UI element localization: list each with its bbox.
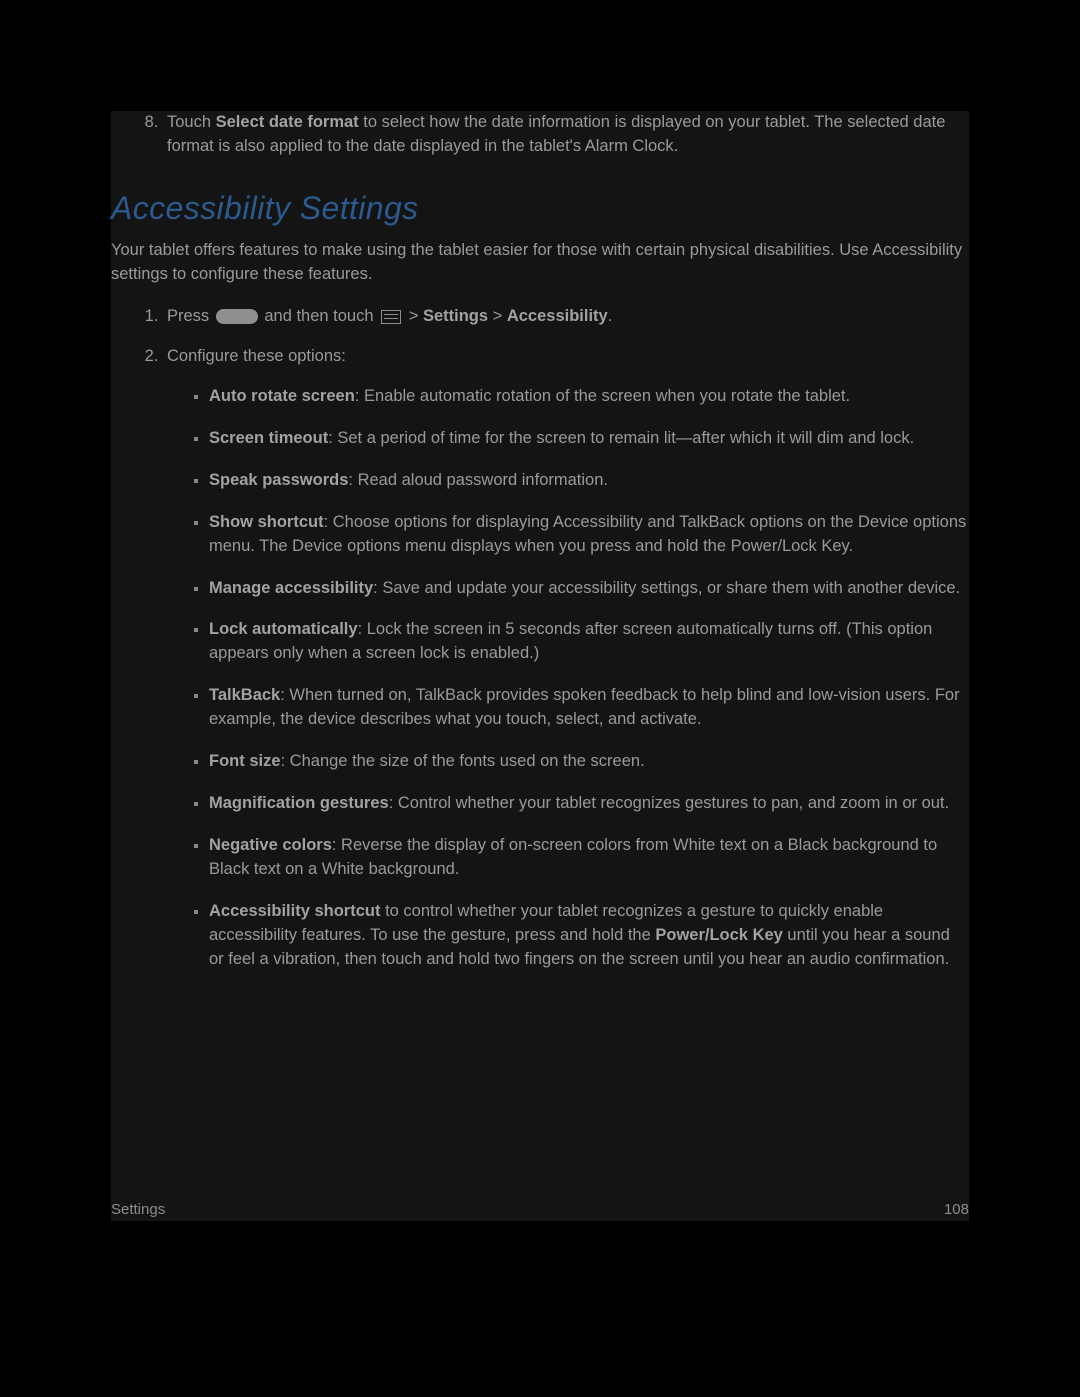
step-1: Press and then touch > Settings > Access… <box>163 305 969 329</box>
item8-bold: Select date format <box>216 113 359 131</box>
option-desc: : Enable automatic rotation of the scree… <box>355 387 850 405</box>
breadcrumb-accessibility: Accessibility <box>507 307 608 325</box>
home-button-icon <box>216 309 258 324</box>
step-2: Configure these options: Auto rotate scr… <box>163 345 969 972</box>
footer-page-number: 108 <box>944 1199 969 1221</box>
step1-c: > <box>404 307 423 325</box>
option-negative-colors: Negative colors: Reverse the display of … <box>209 834 969 882</box>
manual-page: Touch Select date format to select how t… <box>111 111 969 1221</box>
step2-intro: Configure these options: <box>167 347 346 365</box>
option-lock-automatically: Lock automatically: Lock the screen in 5… <box>209 618 969 666</box>
step1-b: and then touch <box>260 307 378 325</box>
option-auto-rotate: Auto rotate screen: Enable automatic rot… <box>209 385 969 409</box>
item8-pre: Touch <box>167 113 216 131</box>
option-desc: : Read aloud password information. <box>348 471 608 489</box>
intro-paragraph: Your tablet offers features to make usin… <box>111 239 969 287</box>
option-label: TalkBack <box>209 686 280 704</box>
option-label: Auto rotate screen <box>209 387 355 405</box>
option-label: Font size <box>209 752 281 770</box>
power-lock-key: Power/Lock Key <box>655 926 782 944</box>
option-desc: : Set a period of time for the screen to… <box>328 429 914 447</box>
option-label: Magnification gestures <box>209 794 389 812</box>
option-desc: : When turned on, TalkBack provides spok… <box>209 686 960 728</box>
breadcrumb-sep: > <box>488 307 507 325</box>
option-font-size: Font size: Change the size of the fonts … <box>209 750 969 774</box>
option-desc: : Control whether your tablet recognizes… <box>389 794 949 812</box>
step1-a: Press <box>167 307 214 325</box>
option-label: Screen timeout <box>209 429 328 447</box>
option-label: Accessibility shortcut <box>209 902 380 920</box>
option-talkback: TalkBack: When turned on, TalkBack provi… <box>209 684 969 732</box>
step1-end: . <box>608 307 613 325</box>
option-label: Show shortcut <box>209 513 324 531</box>
breadcrumb-settings: Settings <box>423 307 488 325</box>
menu-icon <box>381 310 401 324</box>
option-manage-accessibility: Manage accessibility: Save and update yo… <box>209 577 969 601</box>
option-label: Lock automatically <box>209 620 358 638</box>
option-label: Speak passwords <box>209 471 348 489</box>
footer-section: Settings <box>111 1199 165 1221</box>
option-magnification-gestures: Magnification gestures: Control whether … <box>209 792 969 816</box>
list-item-8: Touch Select date format to select how t… <box>163 111 969 159</box>
option-screen-timeout: Screen timeout: Set a period of time for… <box>209 427 969 451</box>
option-speak-passwords: Speak passwords: Read aloud password inf… <box>209 469 969 493</box>
option-desc: : Save and update your accessibility set… <box>373 579 960 597</box>
section-heading-accessibility: Accessibility Settings <box>111 185 969 231</box>
option-show-shortcut: Show shortcut: Choose options for displa… <box>209 511 969 559</box>
option-label: Manage accessibility <box>209 579 373 597</box>
option-label: Negative colors <box>209 836 332 854</box>
option-accessibility-shortcut: Accessibility shortcut to control whethe… <box>209 900 969 972</box>
option-desc: : Change the size of the fonts used on t… <box>281 752 645 770</box>
